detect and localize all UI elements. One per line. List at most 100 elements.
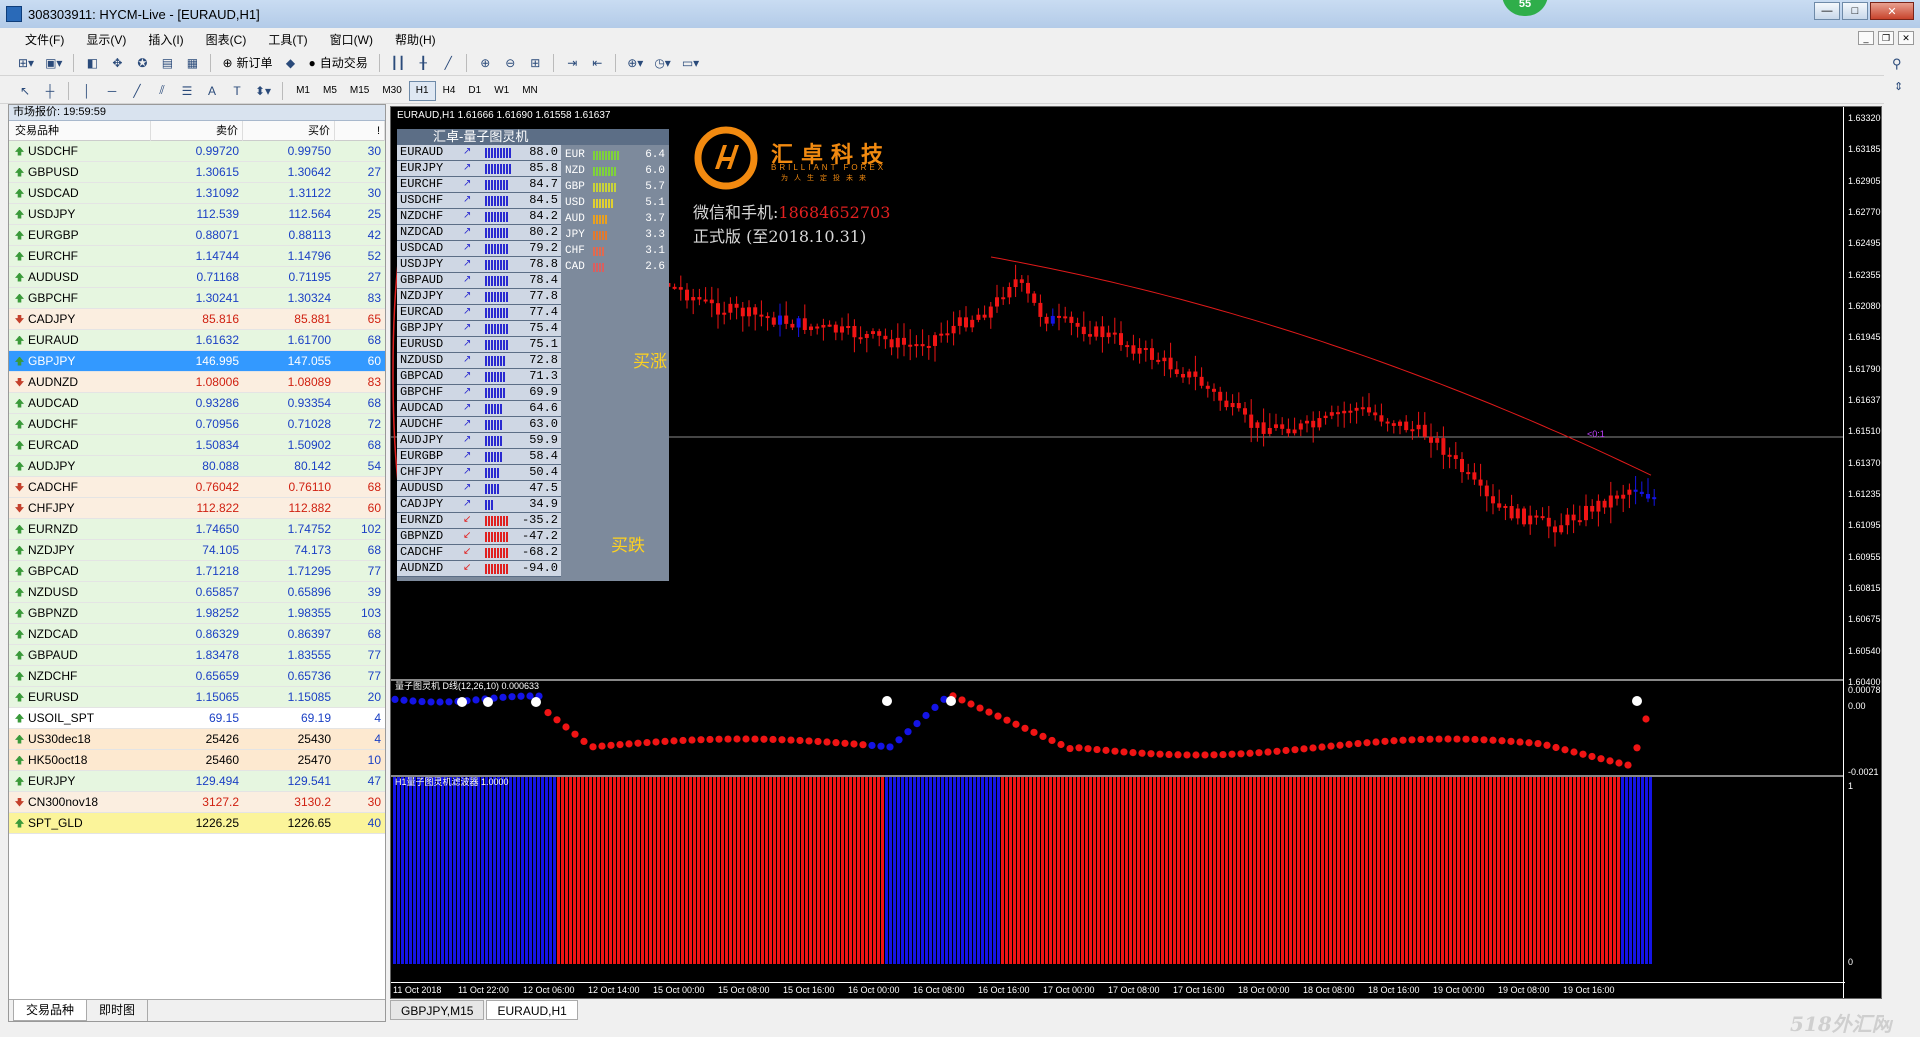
table-row[interactable]: NZDUSD 0.65857 0.65896 39 <box>9 582 385 603</box>
timeframe-m30[interactable]: M30 <box>376 81 407 101</box>
timeframe-mn[interactable]: MN <box>516 81 544 101</box>
table-row[interactable]: EURAUD 1.61632 1.61700 68 <box>9 330 385 351</box>
table-row[interactable]: AUDCHF 0.70956 0.71028 72 <box>9 414 385 435</box>
timeframe-m1[interactable]: M1 <box>290 81 316 101</box>
indicators-icon[interactable]: ⊕▾ <box>623 53 647 73</box>
table-row[interactable]: NZDJPY 74.105 74.173 68 <box>9 540 385 561</box>
table-row[interactable]: USDCAD 1.31092 1.31122 30 <box>9 183 385 204</box>
templates-icon[interactable]: ▭▾ <box>678 53 703 73</box>
profiles-icon[interactable]: ▣▾ <box>41 53 66 73</box>
mdi-close-icon[interactable]: ✕ <box>1898 31 1914 45</box>
tab-tick-chart[interactable]: 即时图 <box>87 1000 149 1021</box>
chart-window[interactable]: <0:1 EURAUD,H1 1.61666 1.61690 1.61558 1… <box>390 106 1882 999</box>
timeframe-w1[interactable]: W1 <box>488 81 515 101</box>
col-spread[interactable]: ! <box>335 121 385 141</box>
table-row[interactable]: EURCHF 1.14744 1.14796 52 <box>9 246 385 267</box>
table-row[interactable]: CN300nov18 3127.2 3130.2 30 <box>9 792 385 813</box>
menu-item-6[interactable]: 帮助(H) <box>384 31 447 48</box>
arrow-icon[interactable]: ⇕ <box>1894 80 1903 93</box>
timeframe-m5[interactable]: M5 <box>317 81 343 101</box>
table-row[interactable]: GBPAUD 1.83478 1.83555 77 <box>9 645 385 666</box>
table-row[interactable]: USDCHF 0.99720 0.99750 30 <box>9 141 385 162</box>
table-row[interactable]: USOIL_SPT 69.15 69.19 4 <box>9 708 385 729</box>
close-button[interactable]: ✕ <box>1870 2 1914 20</box>
minimize-button[interactable]: — <box>1814 2 1840 20</box>
line-chart-icon[interactable]: ╱ <box>437 53 459 73</box>
zoom-out-icon[interactable]: ⊖ <box>499 53 521 73</box>
cursor-icon[interactable]: ↖ <box>14 81 36 101</box>
table-row[interactable]: EURGBP 0.88071 0.88113 42 <box>9 225 385 246</box>
notification-badge[interactable]: 55 <box>1502 0 1548 16</box>
table-row[interactable]: GBPJPY 146.995 147.055 60 <box>9 351 385 372</box>
new-chart-icon[interactable]: ⊞▾ <box>14 53 38 73</box>
zoom-in-icon[interactable]: ⊕ <box>474 53 496 73</box>
table-row[interactable]: CADCHF 0.76042 0.76110 68 <box>9 477 385 498</box>
table-row[interactable]: AUDCAD 0.93286 0.93354 68 <box>9 393 385 414</box>
menu-item-2[interactable]: 插入(I) <box>137 31 194 48</box>
table-row[interactable]: AUDJPY 80.088 80.142 54 <box>9 456 385 477</box>
channel-icon[interactable]: ⫽ <box>151 81 173 101</box>
metaeditor-icon[interactable]: ◆ <box>280 53 302 73</box>
timeframe-d1[interactable]: D1 <box>462 81 487 101</box>
tab-symbols[interactable]: 交易品种 <box>13 1000 88 1021</box>
chart-tab-euraud[interactable]: EURAUD,H1 <box>486 1000 578 1020</box>
tester-icon[interactable]: ▦ <box>181 53 203 73</box>
table-row[interactable]: SPT_GLD 1226.25 1226.65 40 <box>9 813 385 834</box>
fibonacci-icon[interactable]: ☰ <box>176 81 198 101</box>
crosshair-icon[interactable]: ┼ <box>39 81 61 101</box>
horizontal-line-icon[interactable]: ─ <box>101 81 123 101</box>
candle-chart-icon[interactable]: ╂ <box>412 53 434 73</box>
table-row[interactable]: AUDUSD 0.71168 0.71195 27 <box>9 267 385 288</box>
menu-item-1[interactable]: 显示(V) <box>75 31 137 48</box>
table-row[interactable]: NZDCHF 0.65659 0.65736 77 <box>9 666 385 687</box>
table-row[interactable]: EURUSD 1.15065 1.15085 20 <box>9 687 385 708</box>
table-row[interactable]: CADJPY 85.816 85.881 65 <box>9 309 385 330</box>
data-window-icon[interactable]: ✥ <box>106 53 128 73</box>
menu-item-4[interactable]: 工具(T) <box>257 31 318 48</box>
table-row[interactable]: EURNZD 1.74650 1.74752 102 <box>9 519 385 540</box>
arrows-icon[interactable]: ⬍▾ <box>251 81 275 101</box>
table-row[interactable]: GBPUSD 1.30615 1.30642 27 <box>9 162 385 183</box>
search-icon[interactable]: ⚲ <box>1892 56 1902 72</box>
table-row[interactable]: EURJPY 129.494 129.541 47 <box>9 771 385 792</box>
mdi-restore-icon[interactable]: ❐ <box>1878 31 1894 45</box>
table-row[interactable]: NZDCAD 0.86329 0.86397 68 <box>9 624 385 645</box>
table-row[interactable]: US30dec18 25426 25430 4 <box>9 729 385 750</box>
vertical-line-icon[interactable]: │ <box>76 81 98 101</box>
bar-chart-icon[interactable]: ┃┃ <box>387 53 409 73</box>
terminal-icon[interactable]: ▤ <box>156 53 178 73</box>
text-icon[interactable]: A <box>201 81 223 101</box>
chart-tab-gbpjpy[interactable]: GBPJPY,M15 <box>390 1000 485 1020</box>
trendline-icon[interactable]: ╱ <box>126 81 148 101</box>
timeframe-h4[interactable]: H4 <box>437 81 462 101</box>
chart-shift-icon[interactable]: ⇤ <box>586 53 608 73</box>
timeframe-h1[interactable]: H1 <box>408 80 436 101</box>
menu-item-5[interactable]: 窗口(W) <box>319 31 384 48</box>
table-row[interactable]: EURCAD 1.50834 1.50902 68 <box>9 435 385 456</box>
market-watch-icon[interactable]: ◧ <box>81 53 103 73</box>
col-bid[interactable]: 卖价 <box>151 121 243 141</box>
table-row[interactable]: GBPNZD 1.98252 1.98355 103 <box>9 603 385 624</box>
periods-icon[interactable]: ◷▾ <box>650 53 675 73</box>
new-order-button[interactable]: ⊕ 新订单 <box>218 53 276 73</box>
maximize-button[interactable]: □ <box>1842 2 1868 20</box>
col-symbol[interactable]: 交易品种 <box>9 121 151 141</box>
tile-windows-icon[interactable]: ⊞ <box>524 53 546 73</box>
table-row[interactable]: HK50oct18 25460 25470 10 <box>9 750 385 771</box>
table-row[interactable]: AUDNZD 1.08006 1.08089 83 <box>9 372 385 393</box>
autoscroll-icon[interactable]: ⇥ <box>561 53 583 73</box>
time-axis[interactable]: 11 Oct 2018 11 Oct 22:00 12 Oct 06:00 12 Oc… <box>391 982 1845 998</box>
mdi-minimize-icon[interactable]: _ <box>1858 31 1874 45</box>
navigator-icon[interactable]: ✪ <box>131 53 153 73</box>
auto-trade-button[interactable]: ● 自动交易 <box>305 53 372 73</box>
table-row[interactable]: GBPCHF 1.30241 1.30324 83 <box>9 288 385 309</box>
price-scale[interactable]: 1.63320 1.63185 1.62905 1.62770 1.62495 1.623… <box>1843 107 1881 998</box>
col-ask[interactable]: 买价 <box>243 121 335 141</box>
menu-item-0[interactable]: 文件(F) <box>14 31 75 48</box>
table-row[interactable]: CHFJPY 112.822 112.882 60 <box>9 498 385 519</box>
table-row[interactable]: USDJPY 112.539 112.564 25 <box>9 204 385 225</box>
text-label-icon[interactable]: T <box>226 81 248 101</box>
table-row[interactable]: GBPCAD 1.71218 1.71295 77 <box>9 561 385 582</box>
menu-item-3[interactable]: 图表(C) <box>195 31 258 48</box>
timeframe-m15[interactable]: M15 <box>344 81 375 101</box>
